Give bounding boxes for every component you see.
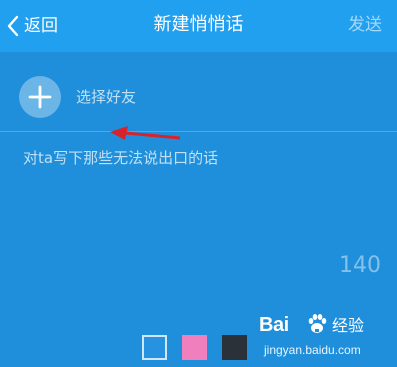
watermark-brand: Bai [259,314,289,336]
color-swatch-dark[interactable] [222,335,247,360]
screen: 返回 新建悄悄话 发送 选择好友 140 Bai 经 [0,0,397,367]
select-friend-row[interactable]: 选择好友 [0,68,397,128]
page-title: 新建悄悄话 [153,14,244,35]
plus-icon [28,85,52,109]
baidu-paw-icon [308,314,327,333]
character-counter: 140 [339,253,381,278]
color-picker [142,335,247,360]
color-swatch-pink[interactable] [182,335,207,360]
top-bar: 返回 新建悄悄话 发送 [0,0,397,52]
baidu-jingyan-watermark: Bai 经验 jingyan.baidu.com [249,313,389,361]
send-button[interactable]: 发送 [348,15,382,35]
add-friend-button[interactable] [19,76,61,118]
red-arrow-icon [110,126,180,140]
watermark-domain: jingyan.baidu.com [264,343,361,357]
divider [0,131,397,132]
watermark-suffix: 经验 [332,316,365,335]
color-swatch-blue[interactable] [142,335,167,360]
message-input[interactable] [23,145,375,171]
select-friend-label: 选择好友 [76,88,137,106]
